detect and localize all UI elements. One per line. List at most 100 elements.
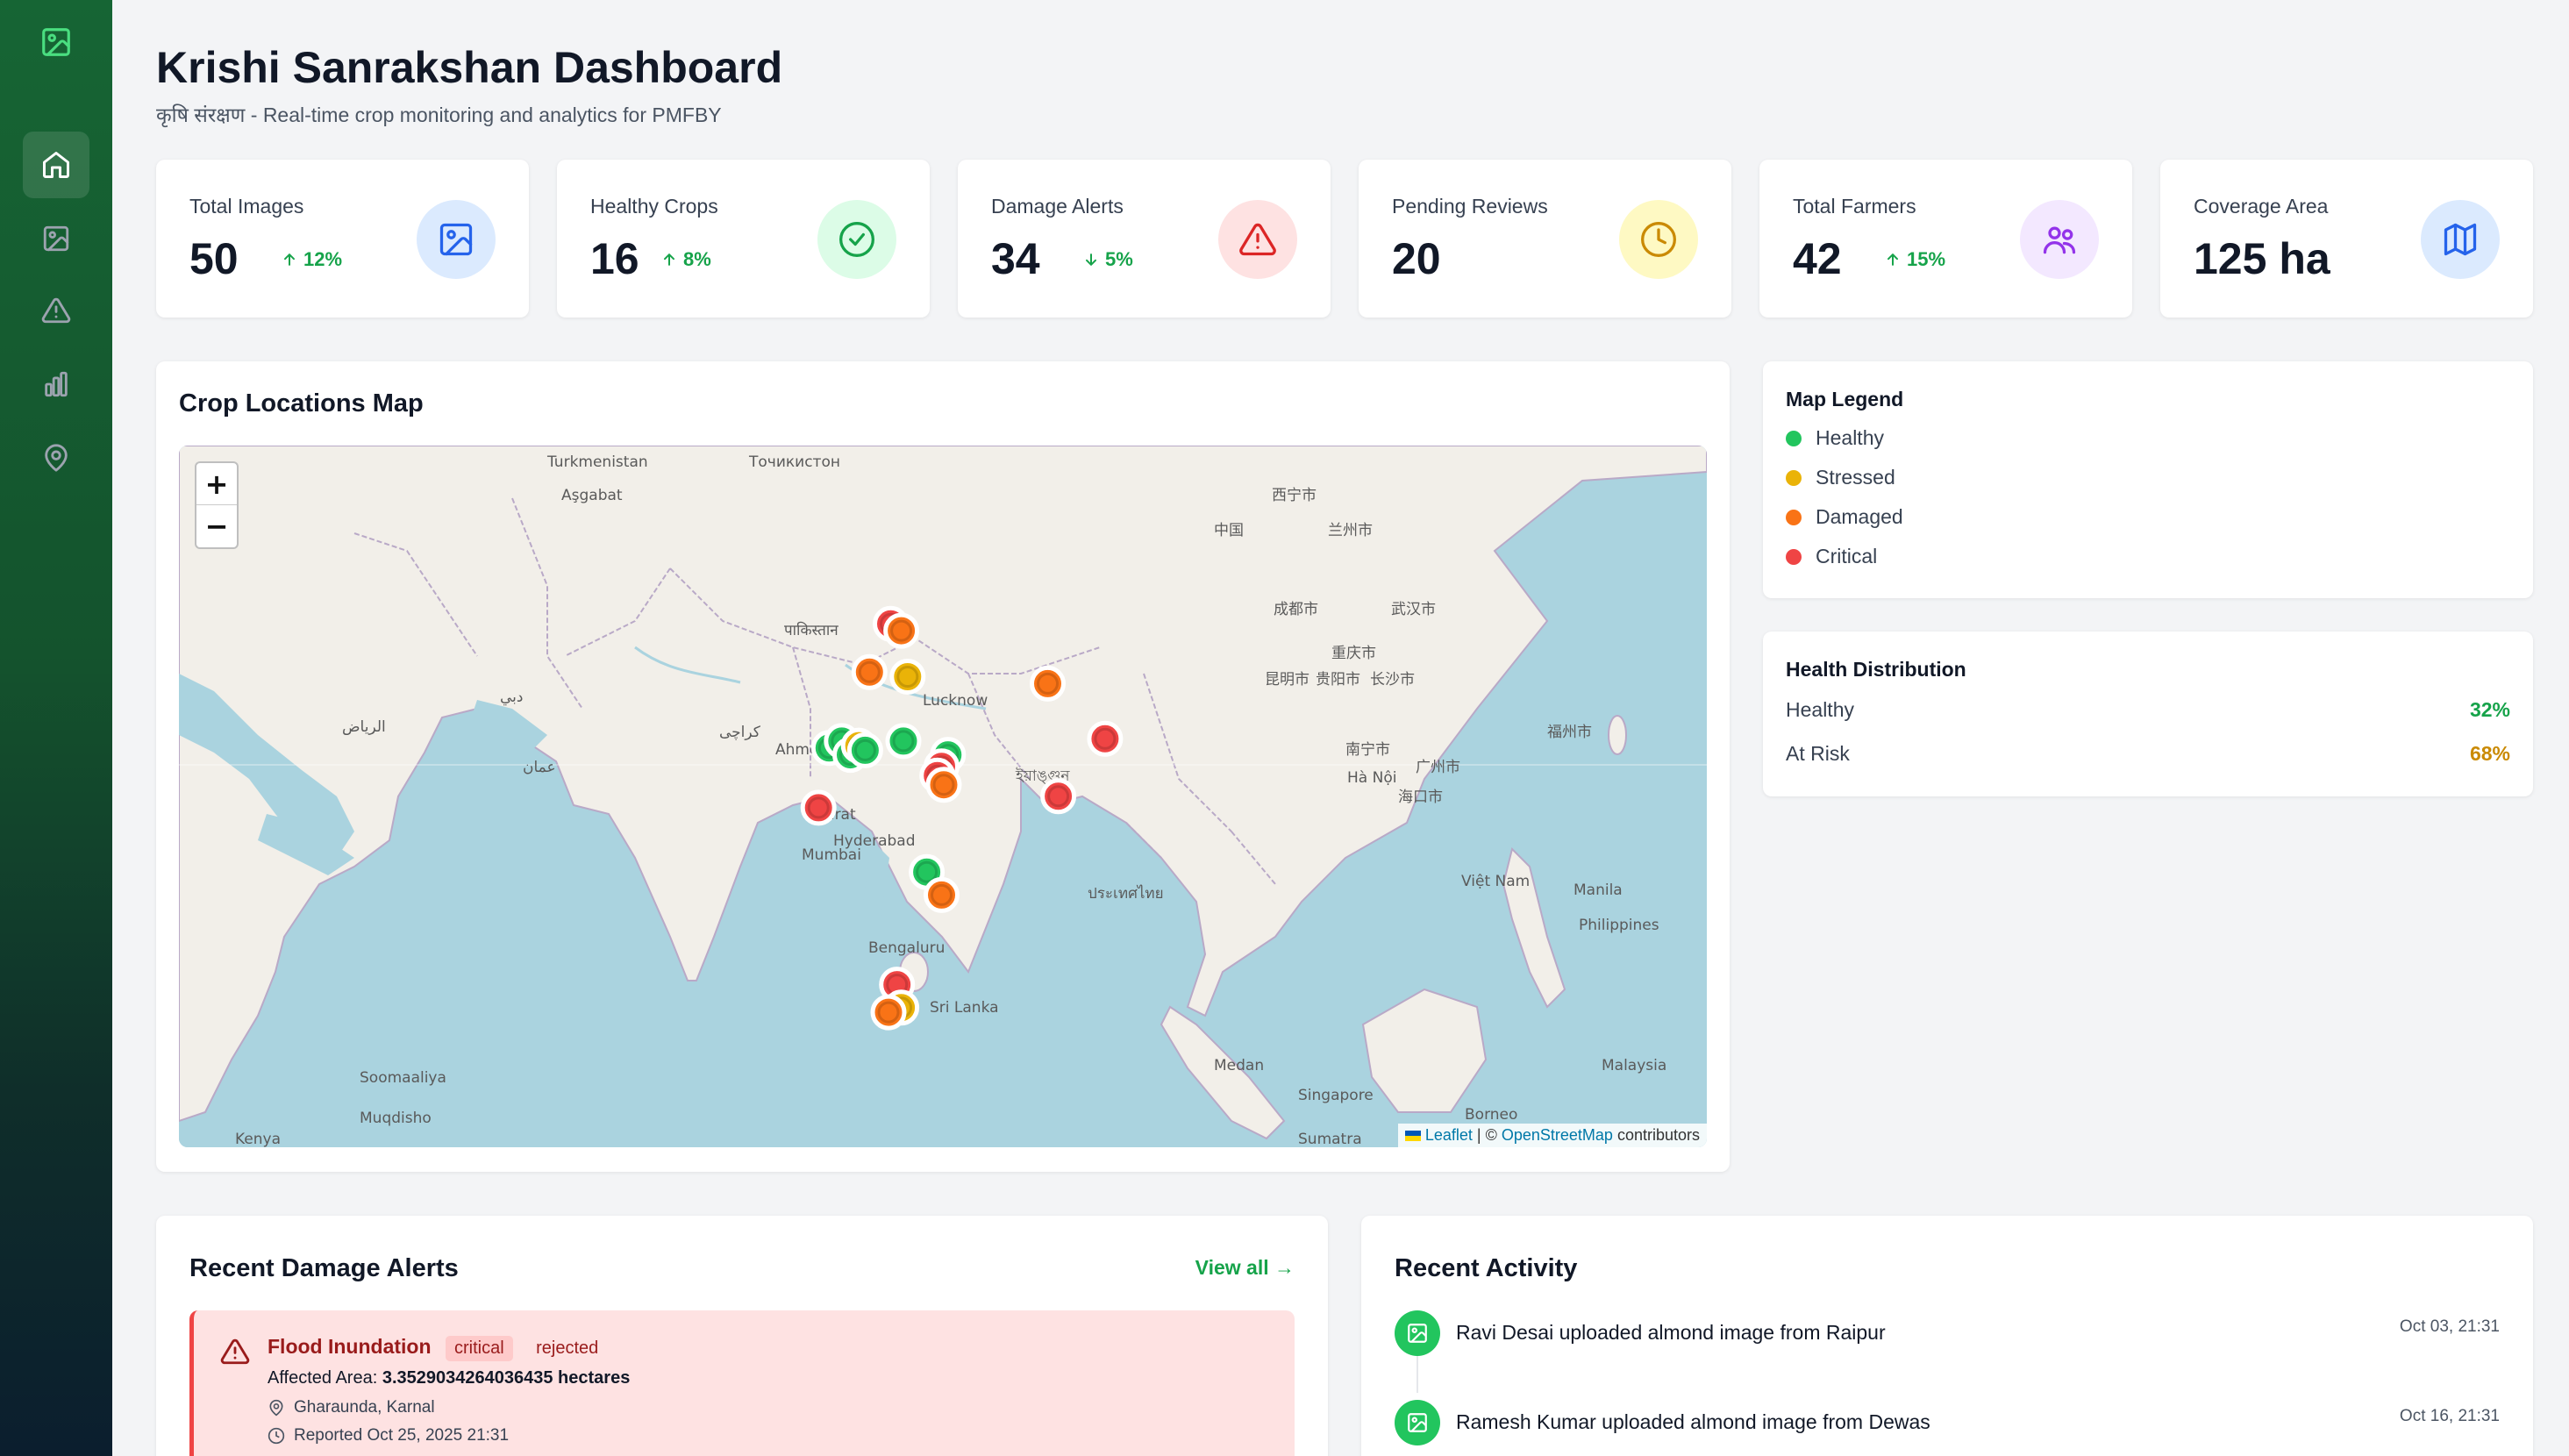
activity-time: Oct 16, 21:31 (2399, 1407, 2500, 1425)
map-place-label: Точикистон (748, 453, 840, 471)
sidebar-item-alerts[interactable] (23, 277, 89, 344)
legend-label: Critical (1816, 545, 1878, 567)
crop-locations-map[interactable]: Turkmenistan Aşgabat Точикистон पाकिस्तान Lu… (179, 446, 1707, 1147)
app-logo-icon[interactable] (39, 25, 74, 60)
page-subtitle: कृषि संरक्षण - Real-time crop monitoring… (156, 103, 722, 126)
legend-label: Stressed (1816, 466, 1895, 489)
view-all-link[interactable]: View all → (1195, 1256, 1295, 1280)
stat-label: Total Images (189, 195, 304, 218)
map-place-label: 武汉市 (1391, 601, 1436, 618)
legend-item-critical: Critical (1786, 545, 1877, 568)
map-marker-damaged[interactable] (851, 653, 888, 690)
map-marker-critical[interactable] (1087, 720, 1124, 757)
map-pin-icon (45, 444, 68, 472)
alert-item[interactable]: Flood Inundation critical rejected Affec… (189, 1310, 1295, 1456)
map-place-label: 成都市 (1274, 601, 1318, 618)
affected-area-label: Affected Area: (268, 1368, 382, 1388)
map-place-label: Philippines (1579, 917, 1659, 934)
stat-trend: 8% (660, 248, 711, 271)
alert-header: Flood Inundation critical rejected (268, 1335, 607, 1361)
map-marker-healthy[interactable] (885, 723, 922, 760)
sidebar-item-analytics[interactable] (23, 351, 89, 418)
distribution-label: At Risk (1786, 742, 1850, 765)
stat-trend-value: 15% (1907, 248, 1946, 270)
osm-link[interactable]: OpenStreetMap (1502, 1126, 1613, 1144)
map-place-label: Medan (1214, 1057, 1264, 1074)
alert-triangle-icon (220, 1338, 250, 1365)
stat-card-total-farmers[interactable]: Total Farmers 42 15% (1759, 160, 2132, 318)
map-place-label: 长沙市 (1370, 671, 1415, 689)
sidebar (0, 0, 112, 1456)
legend-dot (1786, 430, 1802, 446)
stat-card-pending-reviews[interactable]: Pending Reviews 20 (1359, 160, 1731, 318)
map-place-label: 广州市 (1416, 759, 1460, 776)
map-place-label: عمان (523, 759, 556, 776)
map-marker-stressed[interactable] (889, 659, 926, 695)
map-place-label: Hà Nội (1347, 769, 1396, 787)
map-place-label: Muqdisho (360, 1110, 432, 1127)
map-marker-damaged[interactable] (883, 612, 920, 649)
map-marker-critical[interactable] (800, 789, 837, 826)
map-marker-damaged[interactable] (870, 994, 907, 1031)
map-attribution: Leaflet | © OpenStreetMap contributors (1397, 1124, 1707, 1147)
clock-icon (1619, 200, 1698, 279)
map-place-label: 中国 (1214, 522, 1244, 539)
map-place-label: Lucknow (923, 692, 988, 710)
alert-location-text: Gharaunda, Karnal (294, 1398, 435, 1417)
map-place-label: Soomaaliya (360, 1069, 446, 1087)
activity-text: Ravi Desai uploaded almond image from Ra… (1456, 1321, 1886, 1344)
map-pin-icon (269, 1399, 283, 1417)
map-place-label: 西宁市 (1272, 487, 1317, 504)
map-place-label: 昆明市 (1265, 671, 1309, 689)
alerts-title: Recent Damage Alerts (189, 1254, 459, 1282)
zoom-out-button[interactable]: − (196, 505, 237, 547)
map-place-label: Kenya (235, 1131, 281, 1147)
arrow-up-icon (664, 253, 674, 266)
map-marker-damaged[interactable] (1030, 665, 1066, 702)
stat-trend: 12% (281, 248, 342, 271)
legend-item-stressed: Stressed (1786, 466, 1895, 489)
activity-image-icon (1395, 1400, 1440, 1445)
legend-dot (1786, 548, 1802, 565)
status-badge: rejected (536, 1338, 599, 1358)
stat-trend: 15% (1884, 248, 1945, 271)
distribution-label: Healthy (1786, 698, 1854, 721)
clock-icon (268, 1427, 285, 1445)
map-zoom-control: + − (195, 461, 239, 549)
map-icon (2421, 200, 2500, 279)
map-place-label: Manila (1574, 881, 1623, 899)
sidebar-item-images[interactable] (23, 205, 89, 272)
legend-dot (1786, 509, 1802, 525)
map-place-label: كراچی (719, 724, 761, 741)
bar-chart-icon (45, 371, 68, 397)
stat-value: 34 (991, 234, 1040, 283)
map-place-label: Borneo (1465, 1106, 1517, 1124)
stat-card-total-images[interactable]: Total Images 50 12% (156, 160, 529, 318)
legend-item-healthy: Healthy (1786, 426, 1884, 450)
severity-badge: critical (445, 1336, 513, 1361)
zoom-in-button[interactable]: + (196, 463, 237, 505)
stat-label: Healthy Crops (590, 195, 718, 218)
stat-card-healthy-crops[interactable]: Healthy Crops 16 8% (557, 160, 930, 318)
map-marker-critical[interactable] (1040, 778, 1077, 815)
map-place-label: الرياض (342, 718, 386, 736)
map-place-label: 贵阳市 (1316, 671, 1360, 689)
map-marker-damaged[interactable] (925, 767, 962, 803)
map-marker-damaged[interactable] (924, 876, 960, 913)
check-circle-icon (817, 200, 896, 279)
map-place-label: 福州市 (1547, 724, 1592, 741)
stat-card-coverage-area[interactable]: Coverage Area 125 ha (2160, 160, 2533, 318)
map-marker-healthy[interactable] (846, 732, 883, 768)
legend-label: Healthy (1816, 426, 1884, 449)
map-title: Crop Locations Map (179, 389, 424, 418)
sidebar-item-locations[interactable] (23, 425, 89, 491)
distribution-value: 68% (2469, 742, 2510, 765)
users-icon (2020, 200, 2099, 279)
stat-card-damage-alerts[interactable]: Damage Alerts 34 5% (958, 160, 1331, 318)
sidebar-item-home[interactable] (23, 132, 89, 198)
leaflet-link[interactable]: Leaflet (1425, 1126, 1473, 1144)
stat-trend-value: 8% (683, 248, 711, 270)
stat-trend-value: 5% (1105, 248, 1133, 270)
flag-icon (1404, 1131, 1421, 1142)
legend-title: Map Legend (1786, 388, 1904, 410)
